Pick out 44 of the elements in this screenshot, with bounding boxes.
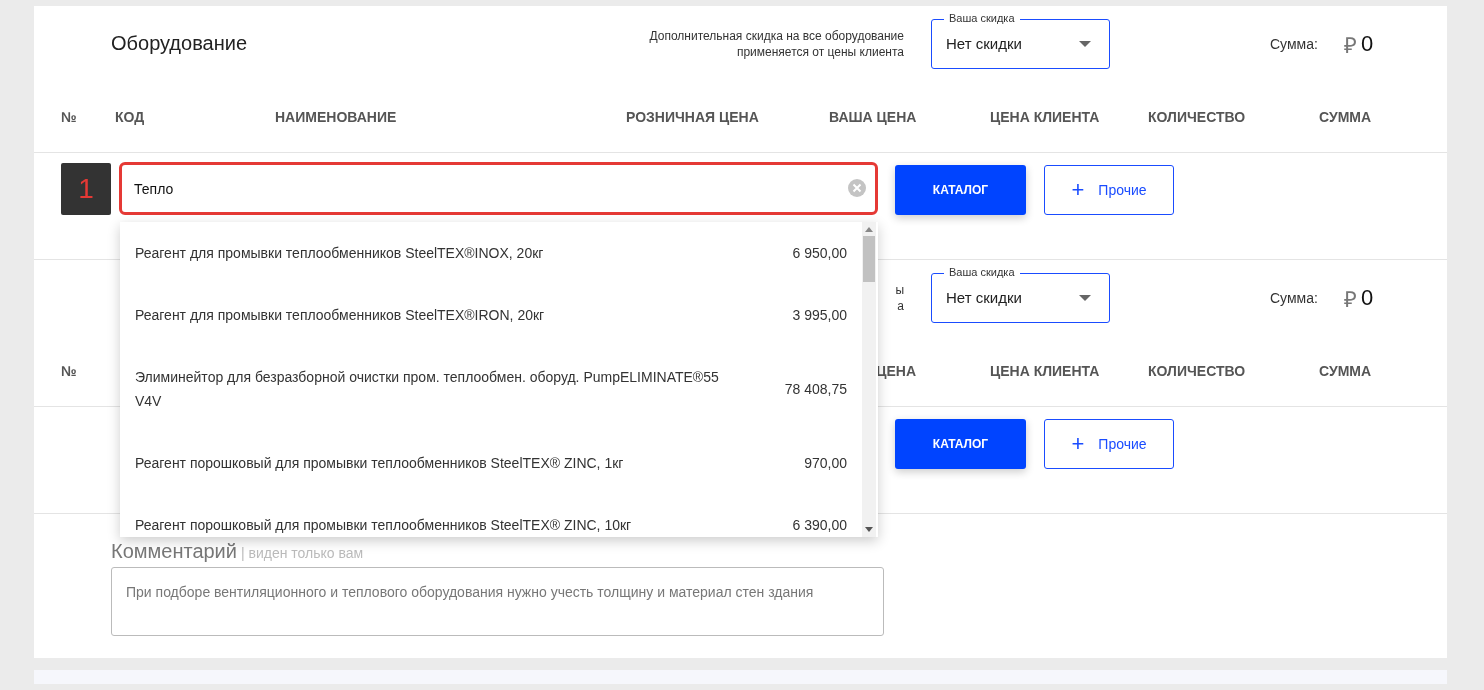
comments-hint: | виден только вам [240, 545, 364, 561]
column-header: ЦЕНА КЛИЕНТА [990, 362, 1100, 379]
suggestion-item[interactable]: Реагент порошковый для промывки теплообменников SteelTEX® ZINC, 10кг 6 390,00 [120, 494, 862, 537]
suggestion-item[interactable]: Реагент для промывки теплообменников SteelTEX®IRON, 20кг 3 995,00 [120, 284, 862, 346]
suggestion-item[interactable]: Реагент для промывки теплообменников SteelTEX®INOX, 20кг 6 950,00 [120, 222, 862, 284]
sum-value: 0 [1360, 284, 1374, 311]
column-header: СУММА [1319, 108, 1372, 125]
column-header: ВАША ЦЕНА [829, 108, 917, 125]
other-button[interactable]: + Прочие [1044, 165, 1174, 215]
search-field[interactable]: Тепло [119, 162, 878, 215]
comment-field[interactable]: При подборе вентиляционного и теплового оборудования нужно учесть толщину и материал стен здания [111, 567, 884, 636]
column-header: ЦЕНА КЛИЕНТА [990, 108, 1100, 125]
scroll-down-icon[interactable] [865, 527, 873, 532]
comments-title: Комментарий [111, 540, 237, 563]
column-header: НАИМЕНОВАНИЕ [275, 108, 397, 125]
caret-icon [1079, 40, 1091, 47]
other-button[interactable]: + Прочие [1044, 419, 1174, 469]
column-header: КОЛИЧЕСТВО [1148, 108, 1246, 125]
discount-note: ы [895, 281, 904, 298]
sum-label: Сумма: [1270, 289, 1318, 306]
scroll-up-icon[interactable] [865, 227, 873, 232]
clear-icon[interactable] [848, 179, 866, 197]
sum-label: Сумма: [1270, 35, 1318, 52]
column-header: СУММА [1319, 362, 1372, 379]
currency-sign: ₽ [1343, 31, 1357, 59]
column-header: № [61, 362, 77, 379]
suggestion-item[interactable]: Элиминейтор для безразборной очистки пром. теплообмен. оборуд. PumpELIMINATE®55 V4V 78 408,75 [120, 346, 862, 432]
currency-sign: ₽ [1343, 285, 1357, 313]
suggestion-item[interactable]: Реагент порошковый для промывки теплообменников SteelTEX® ZINC, 1кг 970,00 [120, 432, 862, 494]
scrollbar[interactable] [862, 222, 876, 537]
column-header: РОЗНИЧНАЯ ЦЕНА [626, 108, 759, 125]
discount-note: Дополнительная скидка на все оборудование [649, 27, 904, 44]
catalog-button[interactable]: КАТАЛОГ [895, 165, 1026, 215]
section-title: Оборудование [111, 32, 248, 54]
discount-note: применяется от цены клиента [736, 43, 904, 60]
sum-value: 0 [1360, 30, 1374, 57]
scroll-thumb[interactable] [863, 236, 875, 282]
discount-note: а [897, 297, 904, 314]
caret-icon [1079, 294, 1091, 301]
column-header: КОД [115, 108, 145, 125]
column-header: КОЛИЧЕСТВО [1148, 362, 1246, 379]
catalog-button[interactable]: КАТАЛОГ [895, 419, 1026, 469]
row-number: 1 [61, 162, 111, 215]
column-header: № [61, 108, 77, 125]
